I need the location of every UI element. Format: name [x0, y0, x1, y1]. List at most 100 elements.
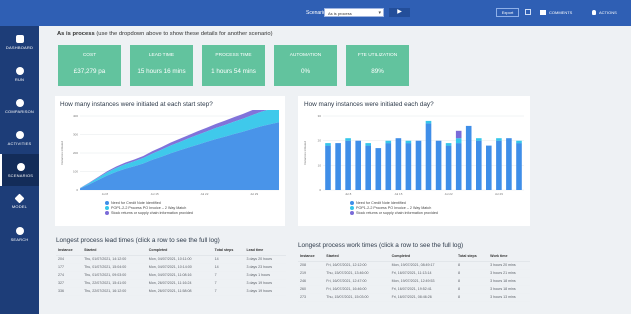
table-cell: Mon, 19/07/2021, 08:49:17 [389, 261, 457, 270]
sidebar: DASHBOARD RUN COMPARISON ACTIVITIES SCEN… [0, 0, 39, 314]
comments-label: COMMENTS [549, 10, 573, 15]
chart-title: How many instances were initiated at eac… [60, 101, 213, 108]
kpi-value: 15 hours 16 mins [137, 68, 186, 75]
table-row[interactable]: 219 Thu, 15/07/2021, 13:46:00 Fri, 16/07/2… [298, 269, 530, 278]
y-tick-label: 0 [319, 188, 321, 192]
sidebar-item-comparison[interactable]: COMPARISON [0, 90, 39, 122]
x-tick-label: Jul 15 [151, 192, 159, 196]
table-cell: Thu, 01/07/2021, 15:04:00 [82, 263, 147, 272]
table-cell: 3 days 20 hours [244, 255, 286, 264]
sidebar-label: SCENARIOS [7, 172, 34, 178]
table-cell: 3 hours 18 mins [488, 277, 530, 286]
legend-dot [105, 210, 109, 215]
table-row[interactable]: 208 Fri, 16/07/2021, 12:12:00 Mon, 19/07/2… [298, 261, 530, 270]
y-axis-label: Instances initiated [60, 141, 64, 165]
table-cell: Fri, 16/07/2021, 11:13:14 [389, 269, 457, 278]
bar-series-2 [445, 143, 452, 146]
legend-item: Stock returns or supply chain informatio… [105, 210, 193, 215]
bar-series-1 [395, 138, 402, 190]
legend-label: POP1-2-2 Process PO Invoice – 2 Way Matc… [111, 205, 187, 210]
arrows-icon [14, 193, 25, 204]
table-row[interactable]: 246 Fri, 16/07/2021, 12:47:00 Mon, 19/07/2… [298, 277, 530, 286]
table-cell: 7 [212, 271, 245, 280]
table-cell: 274 [56, 271, 83, 280]
table-cell: 3 hours 13 mins [488, 293, 530, 302]
bar-series-2 [365, 143, 371, 146]
scenario-select[interactable]: As is process [324, 8, 384, 17]
sidebar-item-activities[interactable]: ACTIVITIES [0, 122, 39, 154]
table-row[interactable]: 274 Thu, 01/07/2021, 09:03:00 Mon, 04/07/2… [56, 271, 286, 280]
table-row[interactable]: 327 Thu, 22/07/2021, 15:41:00 Mon, 26/07/2… [56, 279, 286, 288]
table-cell: Fri, 16/07/2021, 16:46:00 [324, 285, 390, 294]
table-cell: Mon, 04/07/2021, 10:11:00 [146, 255, 213, 264]
table-cell: 3 days 19 hours [244, 279, 286, 288]
export-button[interactable]: Export [496, 8, 519, 17]
sidebar-item-dashboard[interactable]: DASHBOARD [0, 26, 39, 58]
table-row[interactable]: 204 Thu, 01/07/2021, 14:12:00 Mon, 04/07/2… [56, 255, 286, 264]
sidebar-item-scenarios[interactable]: SCENARIOS [0, 154, 39, 186]
sidebar-item-model[interactable]: MODEL [0, 186, 39, 218]
table-cell: 7 [212, 287, 245, 296]
bar-series-2 [325, 143, 331, 146]
actions-label: ACTIONS [599, 10, 617, 15]
legend-dot [350, 210, 354, 215]
table-cell: 204 [56, 255, 83, 264]
bar-series-2 [385, 140, 392, 144]
legend-label: Need for Credit Note Identified [356, 200, 406, 205]
comments-button[interactable]: COMMENTS [540, 8, 584, 17]
table-cell: 327 [56, 279, 83, 288]
bar-series-1 [516, 143, 522, 190]
bar-series-1 [335, 143, 341, 190]
table-header: Total steps [456, 252, 489, 262]
check-icon [15, 66, 24, 75]
area-series-1 [80, 122, 279, 190]
sidebar-item-search[interactable]: SEARCH [0, 218, 39, 250]
bar-series-1 [445, 145, 452, 190]
legend-label: POP1-2-2 Process PO Invoice – 2 Way Matc… [356, 205, 432, 210]
table-cell: Fri, 16/07/2021, 12:12:00 [324, 261, 390, 270]
table-row[interactable]: 260 Fri, 16/07/2021, 16:46:00 Fri, 16/07/2… [298, 285, 530, 294]
x-tick-label: Jul 8 [102, 192, 109, 196]
user-icon [592, 10, 596, 16]
legend-item: Stock returns or supply chain informatio… [350, 210, 438, 215]
actions-button[interactable]: ACTIONS [592, 8, 629, 17]
table-cell: 336 [56, 287, 83, 296]
lead-time-table: Instance Started Completed Total steps Lead … [56, 246, 286, 296]
sidebar-label: RUN [14, 76, 25, 82]
sidebar-label: DASHBOARD [5, 44, 34, 50]
bar-series-1 [506, 138, 512, 190]
x-tick-label: Jul 8 [345, 192, 352, 196]
kpi-label: AUTOMATION [289, 53, 322, 58]
bar-series-1 [325, 145, 331, 190]
legend-dot [105, 200, 109, 205]
scenario-label: Scenario [306, 10, 326, 16]
table-cell: Mon, 26/07/2021, 11:16:24 [146, 279, 213, 288]
kpi-label: LEAD TIME [148, 53, 175, 58]
bar-series-2 [425, 120, 432, 124]
table-cell: 208 [298, 261, 325, 270]
table-cell: 3 hours 18 mins [488, 285, 530, 294]
y-tick-label: 20 [318, 139, 322, 143]
table-cell: 8 [456, 269, 489, 278]
kpi-process-time: PROCESS TIME 1 hours 54 mins [202, 45, 265, 86]
table-header: Started [82, 246, 147, 256]
table-cell: 273 [298, 293, 325, 302]
bar-series-3 [455, 130, 462, 139]
legend-label: Need for Credit Note Identified [111, 200, 161, 205]
fullscreen-icon[interactable] [525, 9, 531, 15]
table-row[interactable]: 273 Thu, 15/07/2021, 15:03:00 Fri, 16/07/2… [298, 293, 530, 302]
bar-series-1 [355, 140, 361, 190]
logo [0, 0, 39, 26]
play-button[interactable]: ▶ [389, 8, 410, 17]
table-row[interactable]: 336 Thu, 22/07/2021, 16:12:00 Mon, 26/07/2… [56, 287, 286, 296]
table-cell: 8 [456, 261, 489, 270]
bar-series-1 [496, 140, 502, 190]
kpi-label: COST [82, 53, 97, 58]
table-header: Completed [146, 246, 213, 256]
scenario-help: (use the dropdown above to show these de… [94, 31, 273, 37]
y-tick-label: 10 [318, 163, 322, 167]
sidebar-label: COMPARISON [4, 108, 35, 114]
table-row[interactable]: 177 Thu, 01/07/2021, 15:04:00 Mon, 04/07/2… [56, 263, 286, 272]
chart-title: How many instances were initiated each d… [304, 101, 434, 108]
sidebar-item-run[interactable]: RUN [0, 58, 39, 90]
